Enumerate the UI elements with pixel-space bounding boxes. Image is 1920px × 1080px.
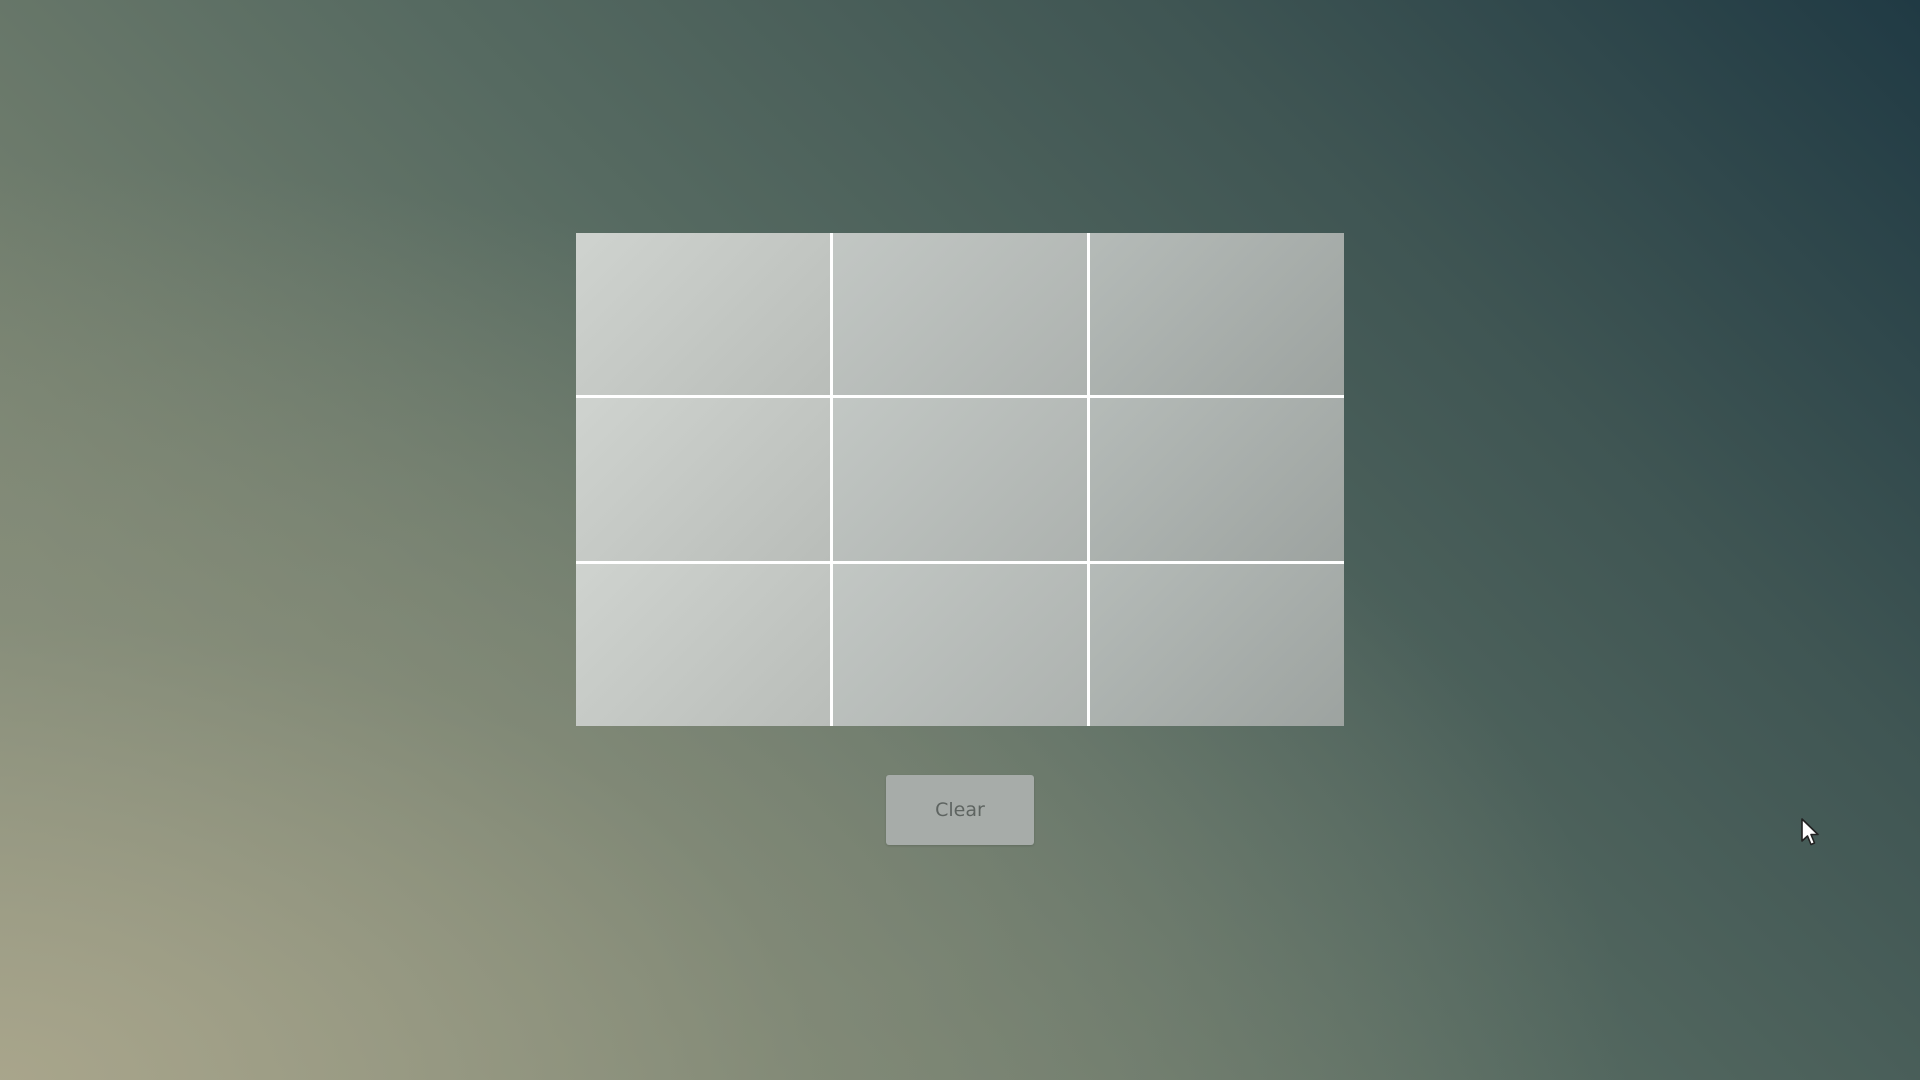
tile-grid — [576, 233, 1344, 726]
grid-cell-8[interactable] — [833, 563, 1087, 726]
grid-cell-5[interactable] — [833, 398, 1087, 561]
grid-cell-2[interactable] — [833, 233, 1087, 396]
grid-cell-9[interactable] — [1090, 563, 1344, 726]
grid-cell-4[interactable] — [576, 398, 830, 561]
grid-cell-6[interactable] — [1090, 398, 1344, 561]
clear-button[interactable]: Clear — [886, 775, 1034, 845]
grid-cell-7[interactable] — [576, 563, 830, 726]
grid-cell-1[interactable] — [576, 233, 830, 396]
grid-cell-3[interactable] — [1090, 233, 1344, 396]
mouse-pointer-icon — [1801, 818, 1819, 846]
